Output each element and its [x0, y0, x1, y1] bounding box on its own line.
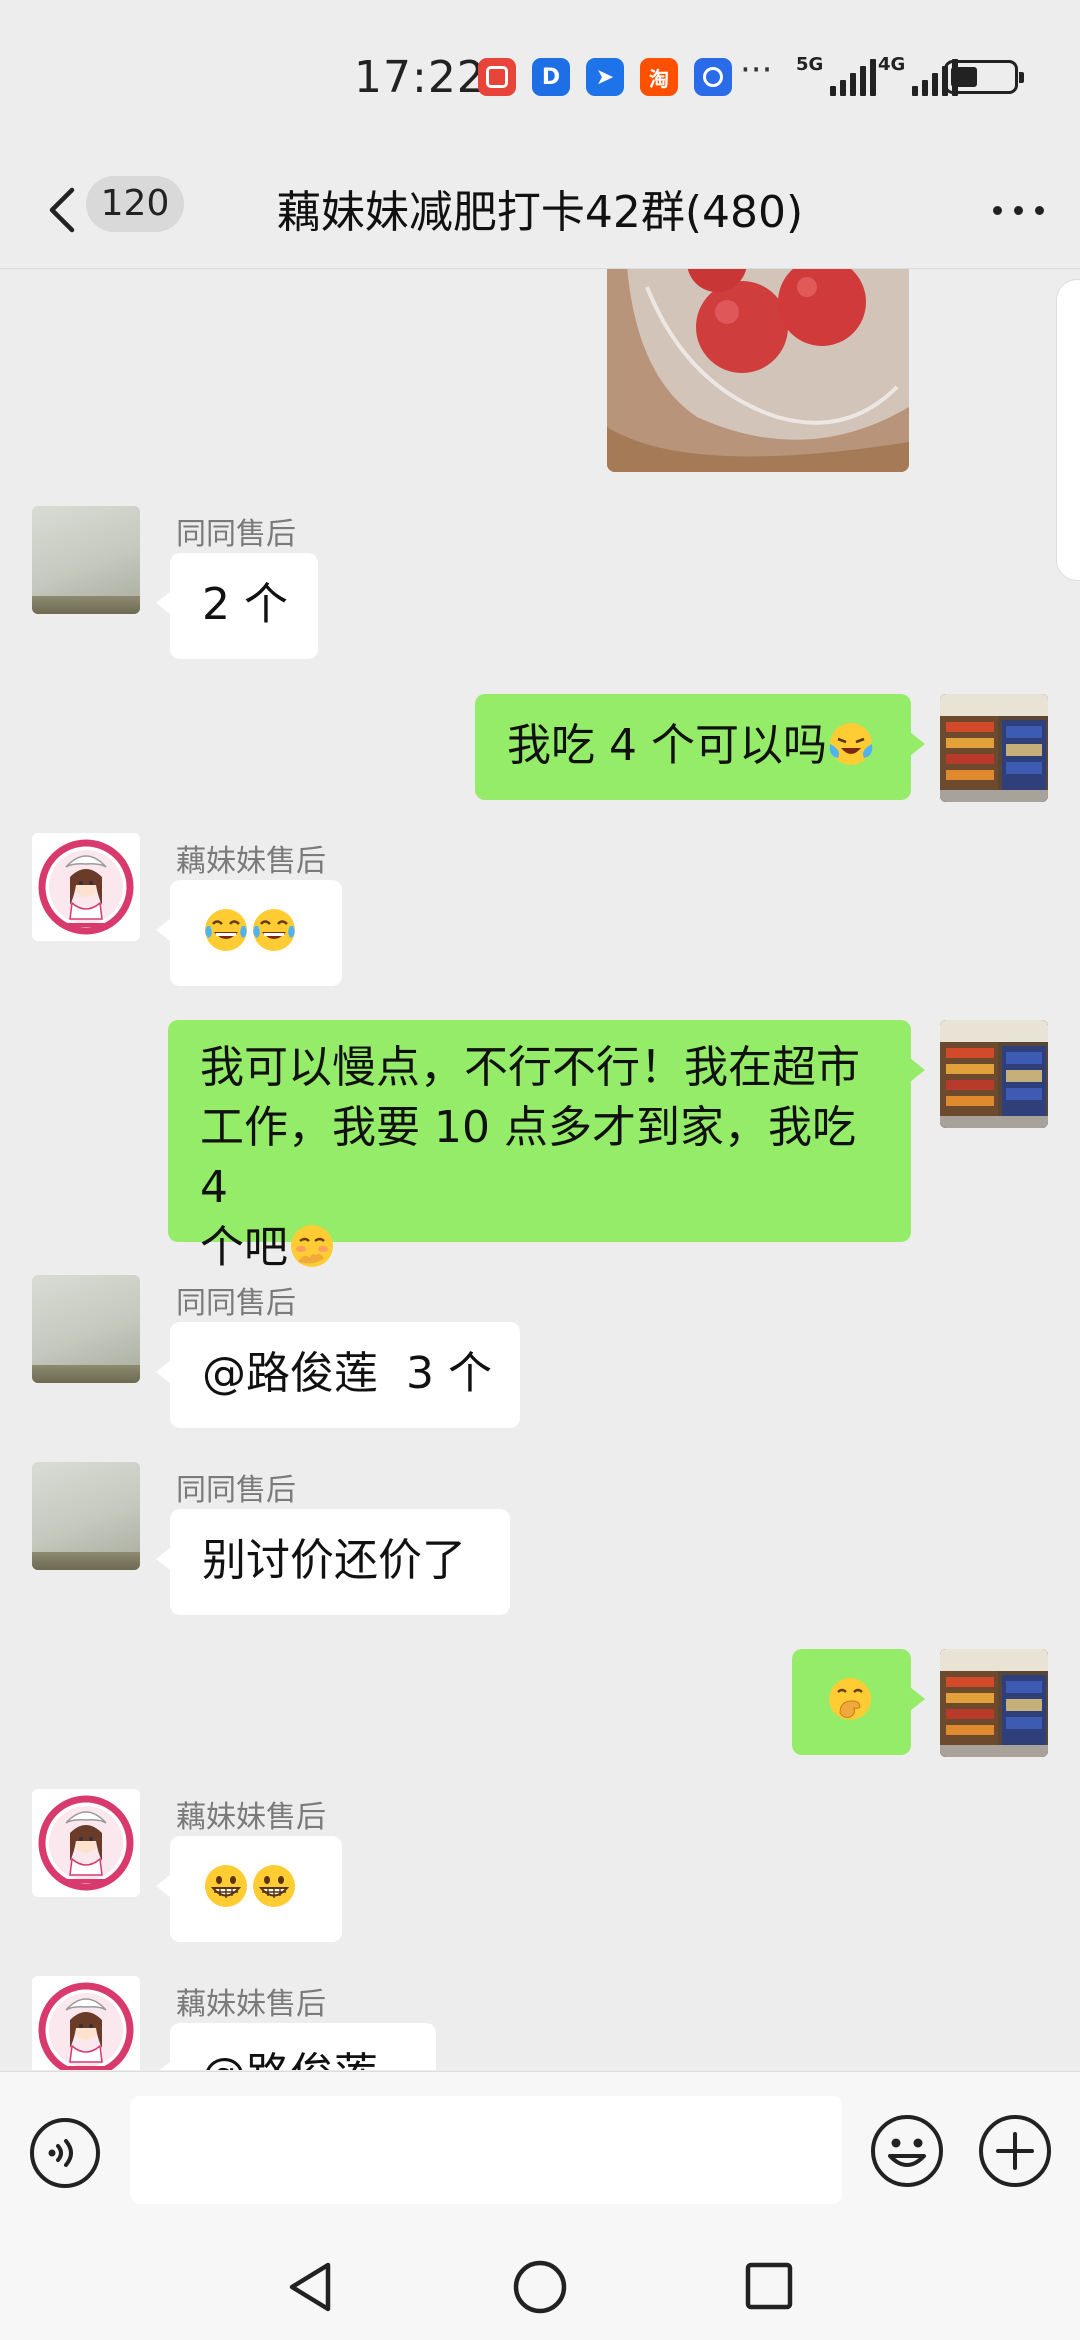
message-bubble[interactable]: 别讨价还价了	[156, 1509, 510, 1615]
chat-title: 藕妹妹减肥打卡42群(480)	[276, 187, 804, 238]
sender-name: 同同售后	[176, 517, 296, 552]
red-app-icon	[478, 58, 516, 96]
signal-4g-label: 4G	[878, 54, 906, 75]
emoji-icon	[871, 2115, 943, 2187]
message-text: @路俊莲	[202, 2049, 378, 2070]
dingtalk-icon: D	[532, 58, 570, 96]
nav-home-button[interactable]	[512, 2259, 568, 2315]
message-line: 我可以慢点，不行不行！我在超市	[200, 1042, 860, 1093]
grinning-face-emoji	[250, 1862, 298, 1910]
taobao-icon: 淘	[640, 58, 678, 96]
signal-5g-icon: 5G	[796, 54, 877, 96]
message-bubble[interactable]: @路俊莲 3 个	[156, 1322, 520, 1428]
my-avatar[interactable]	[940, 694, 1048, 802]
system-nav-bar	[0, 2229, 1080, 2340]
feishu-icon: ➤	[586, 58, 624, 96]
nav-back-button[interactable]	[284, 2259, 336, 2315]
avatar[interactable]	[32, 833, 140, 941]
plus-icon	[979, 2115, 1051, 2187]
avatar[interactable]	[32, 1275, 140, 1383]
grinning-face-emoji	[202, 1862, 250, 1910]
message-list[interactable]: 同同售后 2 个 我吃 4 个可以吗 藕妹妹售后 我可以慢点，不行不行！我在超市…	[0, 269, 1080, 2070]
battery-icon	[944, 60, 1024, 94]
sender-name: 同同售后	[176, 1286, 296, 1321]
tomato-photo	[607, 269, 909, 472]
tears-of-joy-emoji	[250, 906, 298, 954]
blue-app-icon	[694, 58, 732, 96]
recents-square-icon	[745, 2262, 793, 2310]
my-avatar[interactable]	[940, 1020, 1048, 1128]
my-avatar[interactable]	[940, 1649, 1048, 1757]
avatar[interactable]	[32, 1789, 140, 1897]
message-line: 工作，我要 10 点多才到家，我吃 4	[200, 1102, 856, 1213]
message-bubble[interactable]	[792, 1649, 925, 1755]
status-bar: 17:22 D ➤ 淘 ··· 5G 4G	[0, 0, 1080, 150]
message-line: 个吧	[200, 1222, 288, 1273]
message-bubble[interactable]	[156, 880, 342, 986]
sender-name: 藕妹妹售后	[176, 1800, 326, 1835]
voice-button[interactable]	[28, 2116, 102, 2190]
message-bubble[interactable]: 我吃 4 个可以吗	[475, 694, 925, 800]
message-bubble[interactable]: 我可以慢点，不行不行！我在超市 工作，我要 10 点多才到家，我吃 4 个吧	[168, 1020, 925, 1273]
message-bubble[interactable]	[156, 1836, 342, 1942]
avatar[interactable]	[32, 1462, 140, 1570]
shy-face-emoji	[288, 1222, 336, 1270]
more-options-button[interactable]	[993, 186, 1044, 215]
message-text: 2 个	[202, 579, 288, 630]
message-text: @路俊莲 3 个	[202, 1348, 492, 1399]
sender-name: 藕妹妹售后	[176, 1987, 326, 2022]
avatar[interactable]	[32, 506, 140, 614]
voice-icon	[30, 2118, 100, 2188]
avatar[interactable]	[32, 1976, 140, 2070]
scroll-indicator	[1056, 279, 1080, 581]
status-time: 17:22	[354, 52, 486, 103]
sender-name: 藕妹妹售后	[176, 844, 326, 879]
notification-icons: D ➤ 淘	[478, 58, 732, 96]
more-dots-icon	[993, 206, 1002, 215]
sender-name: 同同售后	[176, 1473, 296, 1508]
tomato-photo-message[interactable]	[607, 269, 909, 472]
message-bubble[interactable]: 2 个	[156, 553, 318, 659]
more-actions-button[interactable]	[976, 2112, 1054, 2190]
chat-header: 120 藕妹妹减肥打卡42群(480)	[0, 150, 1080, 269]
message-input[interactable]	[130, 2096, 842, 2204]
hand-over-mouth-emoji	[826, 1675, 874, 1723]
crying-laughing-emoji	[827, 720, 875, 768]
message-text: 我吃 4 个可以吗	[507, 720, 827, 771]
input-bar	[0, 2071, 1080, 2230]
nav-recents-button[interactable]	[744, 2261, 794, 2311]
more-notifications-icon: ···	[740, 50, 773, 90]
back-triangle-icon	[289, 2262, 331, 2312]
emoji-button[interactable]	[868, 2112, 946, 2190]
message-text: 别讨价还价了	[202, 1535, 466, 1586]
tears-of-joy-emoji	[202, 906, 250, 954]
message-bubble[interactable]: @路俊莲	[156, 2023, 436, 2070]
home-circle-icon	[513, 2260, 567, 2314]
signal-5g-label: 5G	[796, 54, 824, 75]
